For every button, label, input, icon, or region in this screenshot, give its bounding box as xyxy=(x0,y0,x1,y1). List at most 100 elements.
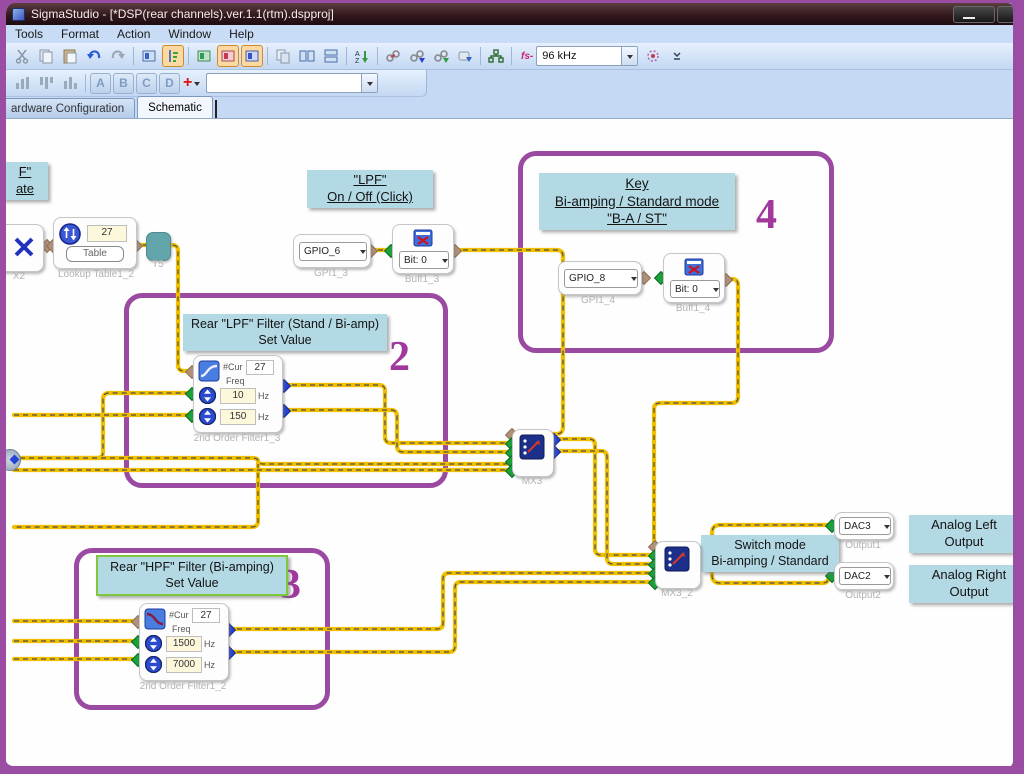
link-connect-icon[interactable] xyxy=(430,45,452,67)
toolbox-icon[interactable] xyxy=(193,45,215,67)
link-compile-download-icon[interactable] xyxy=(406,45,428,67)
split-view-icon[interactable] xyxy=(296,45,318,67)
redo-icon[interactable] xyxy=(107,45,129,67)
duplicate-icon[interactable] xyxy=(272,45,294,67)
updown-icon xyxy=(145,635,162,652)
block-x2[interactable] xyxy=(0,224,44,272)
sample-rate-dropdown[interactable] xyxy=(621,47,637,65)
dac-select[interactable]: DAC3 xyxy=(839,517,891,535)
tab-strip: ardware Configuration Schematic xyxy=(6,97,1013,118)
block-buff1-3[interactable]: Bit: 0 xyxy=(392,224,454,274)
note-rear-lpf[interactable]: Rear "LPF" Filter (Stand / Bi-amp)Set Va… xyxy=(183,314,387,351)
svg-text:A: A xyxy=(355,51,360,58)
menu-window[interactable]: Window xyxy=(159,26,220,42)
block-buff1-4[interactable]: Bit: 0 xyxy=(663,253,725,303)
bit-select[interactable]: Bit: 0 xyxy=(399,251,449,269)
export-system-icon[interactable] xyxy=(454,45,476,67)
schematic-a-button[interactable]: A xyxy=(90,73,111,94)
mux-icon xyxy=(519,434,545,460)
freq2-field[interactable]: 150 xyxy=(220,409,256,425)
align-bottom-icon[interactable] xyxy=(59,72,81,94)
schematic-b-button[interactable]: B xyxy=(113,73,134,94)
sort-icon[interactable]: AZ xyxy=(351,45,373,67)
schematic-c-button[interactable]: C xyxy=(136,73,157,94)
block-output1[interactable]: DAC3 xyxy=(834,512,894,540)
note-lpf-onoff[interactable]: "LPF"On / Off (Click) xyxy=(307,170,433,208)
horizontal-toolbox-icon[interactable] xyxy=(217,45,239,67)
schematic-select[interactable] xyxy=(206,73,378,93)
annotation-number-4: 4 xyxy=(756,191,777,239)
cur-field[interactable]: 27 xyxy=(192,608,220,623)
link-compile-icon[interactable] xyxy=(138,45,160,67)
settings-icon[interactable] xyxy=(642,45,664,67)
block-output2[interactable]: DAC2 xyxy=(834,562,894,590)
sample-rate-select[interactable]: 96 kHz xyxy=(536,46,638,66)
menu-help[interactable]: Help xyxy=(220,26,263,42)
block-caption: MX3_2 xyxy=(655,588,699,599)
hierarchy-input-port[interactable] xyxy=(0,449,21,471)
gpio-select[interactable]: GPIO_8 xyxy=(564,269,638,288)
hierarchy-icon[interactable] xyxy=(485,45,507,67)
paste-icon[interactable] xyxy=(59,45,81,67)
block-caption: X2 xyxy=(4,271,34,282)
align-grow-icon[interactable] xyxy=(11,72,33,94)
index-lookup-icon xyxy=(59,223,81,245)
stack-view-icon[interactable] xyxy=(320,45,342,67)
cur-field[interactable]: 27 xyxy=(246,360,274,375)
updown-icon xyxy=(145,656,162,673)
cut-icon[interactable] xyxy=(11,45,33,67)
block-filter1-2[interactable]: #Cur 27 Freq 1500 Hz 7000 Hz xyxy=(139,603,229,681)
link-project-icon[interactable] xyxy=(382,45,404,67)
block-caption: Buff1_4 xyxy=(665,303,721,314)
undo-icon[interactable] xyxy=(83,45,105,67)
menu-tools[interactable]: Tools xyxy=(6,26,52,42)
block-caption: MX3 xyxy=(512,476,552,487)
note-lpf-rate[interactable]: F"ate xyxy=(2,162,48,200)
freq2-field[interactable]: 7000 xyxy=(166,657,202,673)
schematic-d-button[interactable]: D xyxy=(159,73,180,94)
vertical-toolbox-icon[interactable] xyxy=(241,45,263,67)
menu-action[interactable]: Action xyxy=(108,26,159,42)
minimize-icon xyxy=(963,17,975,19)
note-switch-mode[interactable]: Switch modeBi-amping / Standard xyxy=(701,535,839,572)
probe-toggle-icon[interactable] xyxy=(162,45,184,67)
add-schematic-dropdown-icon[interactable] xyxy=(194,82,200,89)
menu-format[interactable]: Format xyxy=(52,26,108,42)
block-filter1-3[interactable]: #Cur 27 Freq 10 Hz 150 Hz xyxy=(193,355,283,433)
lookup-index-field[interactable]: 27 xyxy=(87,225,127,242)
block-mx3-2[interactable] xyxy=(655,541,701,589)
note-rear-hpf[interactable]: Rear "HPF" Filter (Bi-amping)Set Value xyxy=(96,555,288,596)
dac-select[interactable]: DAC2 xyxy=(839,567,891,585)
bit-select[interactable]: Bit: 0 xyxy=(670,280,720,298)
freq1-field[interactable]: 10 xyxy=(220,388,256,404)
menu-bar: Tools Format Action Window Help xyxy=(6,25,1013,43)
align-top-icon[interactable] xyxy=(35,72,57,94)
minimize-button[interactable] xyxy=(953,6,995,23)
block-lookup-table[interactable]: 27 Table xyxy=(53,217,137,269)
maximize-button[interactable] xyxy=(997,6,1017,23)
schematic-select-dropdown[interactable] xyxy=(361,74,377,92)
application-window: SigmaStudio - [*DSP(rear channels).ver.1… xyxy=(0,0,1024,774)
freq1-field[interactable]: 1500 xyxy=(166,636,202,652)
copy-icon[interactable] xyxy=(35,45,57,67)
title-bar[interactable]: SigmaStudio - [*DSP(rear channels).ver.1… xyxy=(6,3,1013,25)
gpio-select[interactable]: GPIO_6 xyxy=(299,242,367,261)
sample-rate-value: 96 kHz xyxy=(537,50,621,62)
note-key-biamping[interactable]: Key Bi-amping / Standard mode "B-A / ST" xyxy=(539,173,735,230)
table-button[interactable]: Table xyxy=(66,246,124,262)
block-mx3[interactable] xyxy=(512,429,554,477)
note-analog-left-output[interactable]: Analog Left Output xyxy=(909,515,1019,553)
toolbar-overflow-icon[interactable] xyxy=(666,45,688,67)
tab-hardware-configuration[interactable]: ardware Configuration xyxy=(0,98,135,118)
note-analog-right-output[interactable]: Analog Right Output xyxy=(909,565,1024,603)
tab-schematic[interactable]: Schematic xyxy=(137,96,213,118)
screenshot-frame: SigmaStudio - [*DSP(rear channels).ver.1… xyxy=(0,0,1024,774)
block-t5-tee[interactable] xyxy=(146,232,171,261)
block-caption: Lookup Table1_2 xyxy=(46,269,146,280)
lowpass-filter-icon xyxy=(198,360,220,382)
block-gpi1-4[interactable]: GPIO_8 xyxy=(558,261,642,295)
block-gpi1-3[interactable]: GPIO_6 xyxy=(293,234,371,268)
freq-label: Freq xyxy=(172,624,191,634)
main-toolbar: AZ fs- 96 kHz xyxy=(6,43,1013,70)
add-schematic-button[interactable]: + xyxy=(183,74,192,92)
